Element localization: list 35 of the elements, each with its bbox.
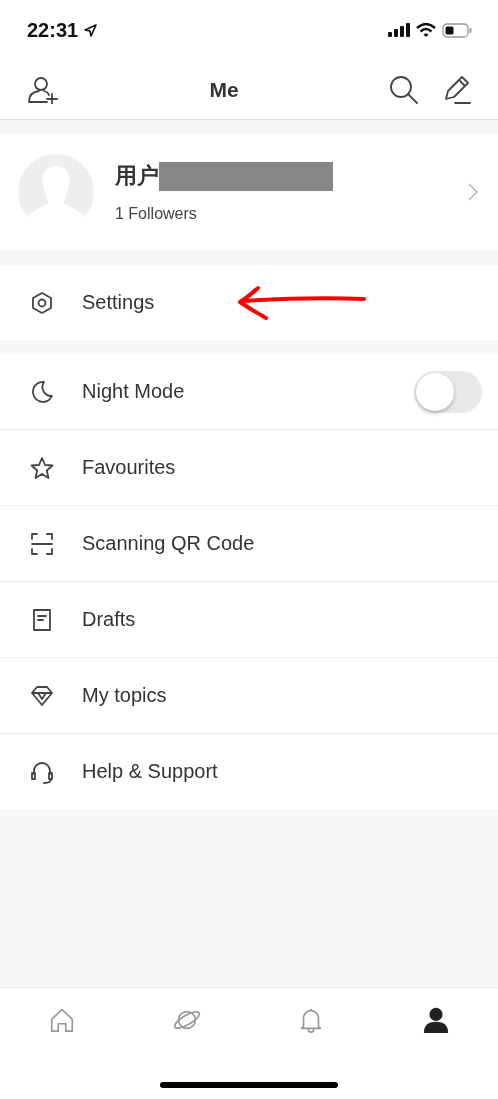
menu-label: Scanning QR Code: [82, 532, 255, 555]
wifi-icon: [416, 22, 436, 38]
menu-label: My topics: [82, 684, 167, 707]
menu-row[interactable]: Favourites: [0, 429, 498, 505]
moon-icon: [30, 379, 54, 404]
menu-row[interactable]: Settings: [0, 265, 498, 340]
chevron-right-icon[interactable]: [468, 183, 478, 201]
menu-row[interactable]: Drafts: [0, 581, 498, 657]
menu-row[interactable]: Scanning QR Code: [0, 505, 498, 581]
headset-icon: [30, 759, 54, 784]
menu-label: Settings: [82, 291, 155, 314]
menu-label: Favourites: [82, 456, 176, 479]
star-icon: [30, 455, 54, 480]
followers-count[interactable]: 1 Followers: [115, 205, 447, 223]
menu-label: Help & Support: [82, 760, 218, 783]
menu-label: Drafts: [82, 608, 136, 631]
toggle-switch[interactable]: [414, 370, 482, 413]
hexagon-nut-icon: [30, 290, 54, 315]
add-friend-icon[interactable]: [27, 75, 59, 104]
page-title: Me: [208, 77, 240, 102]
pencil-icon[interactable]: [443, 74, 471, 105]
menu-row[interactable]: Night Mode: [0, 354, 498, 429]
document-icon: [30, 607, 54, 632]
user-name: 用户: [115, 162, 159, 190]
diamond-icon: [30, 683, 54, 708]
location-icon: [84, 23, 98, 37]
scan-frame-icon: [30, 531, 54, 556]
menu-row[interactable]: My topics: [0, 657, 498, 733]
menu-label: Night Mode: [82, 380, 185, 403]
menu-row[interactable]: Help & Support: [0, 733, 498, 809]
signal-icon: [388, 23, 410, 37]
search-icon[interactable]: [389, 74, 419, 105]
person-icon: [421, 1005, 450, 1035]
battery-icon: [442, 22, 472, 38]
status-time: 22:31: [27, 18, 79, 42]
